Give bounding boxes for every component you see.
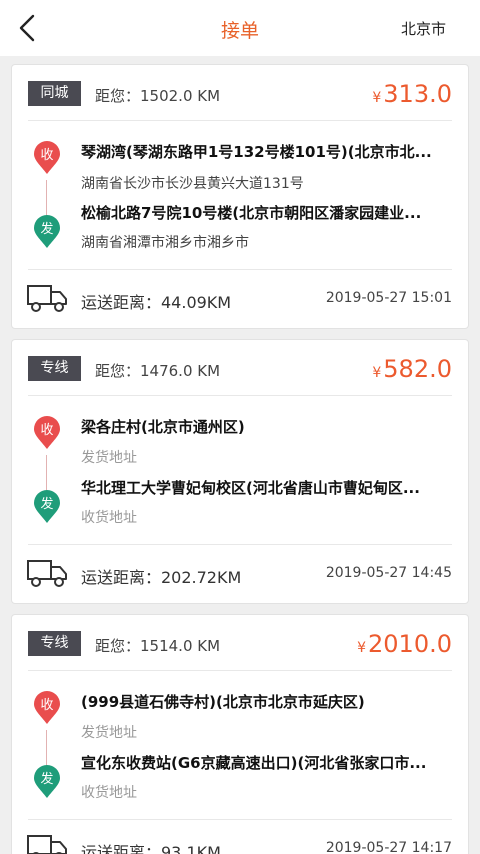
order-type-tag: 专线 [28, 631, 81, 656]
dropoff-address-detail: 收货地址 [81, 510, 137, 526]
pickup-address-detail: 湖南省长沙市长沙县黄兴大道131号 [81, 176, 304, 192]
route-distance: 运送距离：93.1KM [81, 843, 221, 854]
divider [28, 395, 452, 396]
dropoff-address-detail: 收货地址 [81, 785, 137, 801]
dropoff-pin-icon: 发 [34, 765, 60, 798]
price-value: 2010.0 [368, 630, 452, 658]
order-type-tag: 同城 [28, 81, 81, 106]
app-header: 接单 北京市 [0, 0, 480, 56]
truck-icon [27, 835, 67, 854]
route-distance: 运送距离：44.09KM [81, 293, 232, 312]
route-connector-line [46, 180, 47, 220]
dropoff-address: 华北理工大学曹妃甸校区(河北省唐山市曹妃甸区... [81, 479, 420, 497]
distance-from-you: 距您：1514.0 KM [95, 637, 221, 655]
divider [28, 670, 452, 671]
pickup-address: 琴湖湾(琴湖东路甲1号132号楼101号)(北京市北... [81, 143, 432, 161]
order-card[interactable]: 同城 距您：1502.0 KM ¥313.0 收 发 琴湖湾(琴湖东路甲1号13… [11, 64, 469, 329]
divider [28, 269, 452, 270]
pickup-pin-label: 收 [40, 698, 53, 713]
city-selector[interactable]: 北京市 [401, 18, 446, 39]
order-time: 2019-05-27 14:17 [325, 840, 452, 854]
order-time: 2019-05-27 15:01 [325, 290, 452, 306]
dropoff-address: 松榆北路7号院10号楼(北京市朝阳区潘家园建业... [81, 204, 422, 222]
distance-from-you: 距您：1476.0 KM [95, 362, 221, 380]
currency-symbol: ¥ [372, 90, 382, 106]
dropoff-pin-icon: 发 [34, 215, 60, 248]
dropoff-address: 宣化东收费站(G6京藏高速出口)(河北省张家口市... [81, 754, 427, 772]
order-price: ¥313.0 [372, 80, 452, 108]
divider [28, 120, 452, 121]
dropoff-pin-label: 发 [40, 771, 53, 787]
pickup-pin-icon: 收 [34, 691, 60, 724]
price-value: 313.0 [383, 80, 452, 108]
dropoff-pin-icon: 发 [34, 490, 60, 523]
divider [28, 544, 452, 545]
pickup-pin-label: 收 [40, 423, 53, 438]
order-time: 2019-05-27 14:45 [325, 565, 452, 581]
pickup-address: 梁各庄村(北京市通州区) [81, 418, 245, 436]
price-value: 582.0 [383, 355, 452, 383]
pickup-pin-icon: 收 [34, 141, 60, 174]
currency-symbol: ¥ [357, 640, 367, 656]
truck-icon [27, 560, 67, 587]
order-price: ¥2010.0 [357, 630, 452, 658]
route-distance: 运送距离：202.72KM [81, 568, 242, 587]
pickup-address-detail: 发货地址 [81, 725, 137, 741]
pickup-address: (999县道石佛寺村)(北京市北京市延庆区) [81, 693, 365, 711]
route-connector-line [46, 455, 47, 495]
pickup-address-detail: 发货地址 [81, 450, 137, 466]
currency-symbol: ¥ [372, 365, 382, 381]
truck-icon [27, 285, 67, 312]
dropoff-pin-label: 发 [40, 496, 53, 512]
order-type-tag: 专线 [28, 356, 81, 381]
order-card[interactable]: 专线 距您：1514.0 KM ¥2010.0 收 发 (999县道石佛寺村)(… [11, 614, 469, 854]
pickup-pin-label: 收 [40, 148, 53, 163]
divider [28, 819, 452, 820]
pickup-pin-icon: 收 [34, 416, 60, 449]
dropoff-pin-label: 发 [40, 221, 53, 237]
dropoff-address-detail: 湖南省湘潭市湘乡市湘乡市 [81, 235, 249, 251]
order-card[interactable]: 专线 距您：1476.0 KM ¥582.0 收 发 梁各庄村(北京市通州区) … [11, 339, 469, 604]
distance-from-you: 距您：1502.0 KM [95, 87, 221, 105]
order-price: ¥582.0 [372, 355, 452, 383]
route-connector-line [46, 730, 47, 770]
